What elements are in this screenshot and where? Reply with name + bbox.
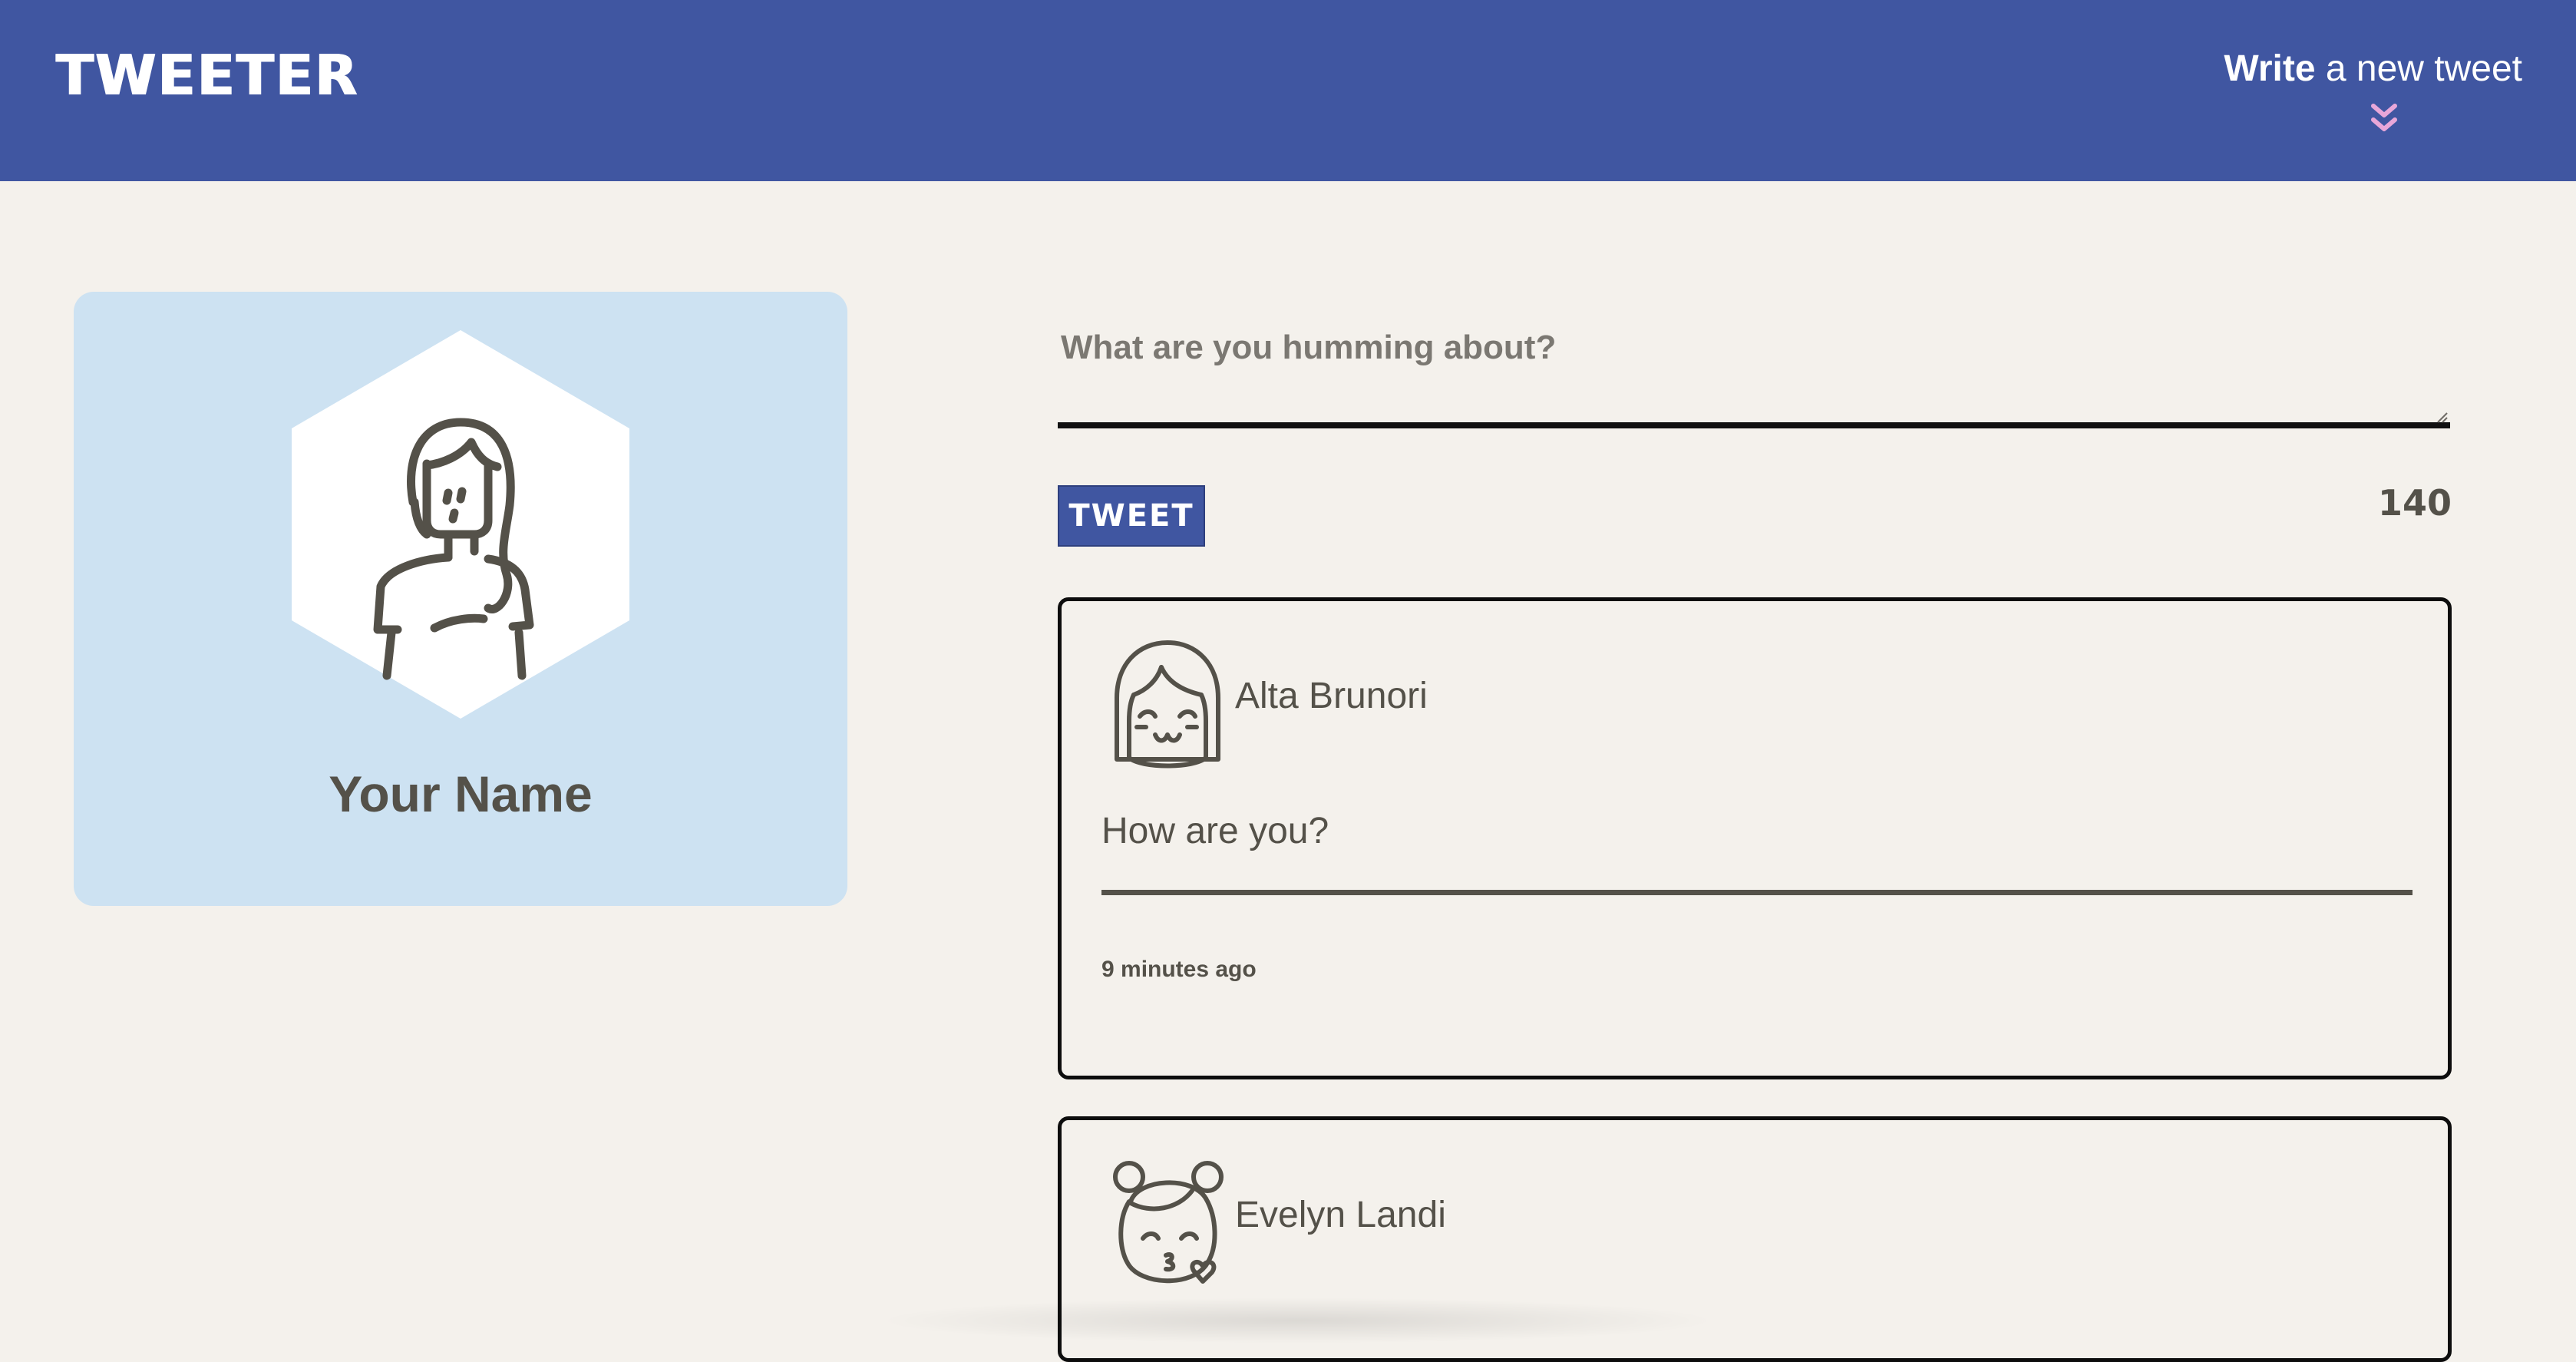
top-nav: TWEETER Write a new tweet <box>0 0 2576 181</box>
double-chevron-down-icon[interactable] <box>2370 101 2398 135</box>
tweet-submit-button[interactable]: TWEET <box>1058 485 1205 547</box>
tweet-card: Alta Brunori How are you? 9 minutes ago <box>1058 597 2452 1079</box>
tweet-textarea[interactable] <box>1058 315 2450 428</box>
tweet-timestamp: 9 minutes ago <box>1101 957 1257 982</box>
character-counter: 140 <box>2377 482 2452 524</box>
girl-bangs-smiling-avatar-icon <box>1115 640 1220 769</box>
profile-card: Your Name <box>74 292 847 906</box>
write-link-strong: Write <box>2224 48 2316 89</box>
resize-grip-icon[interactable] <box>2436 412 2449 424</box>
tweet-content: How are you? <box>1101 811 1329 851</box>
bottom-shadow <box>875 1298 1719 1344</box>
tweet-composer <box>1058 315 2452 439</box>
write-link-rest: a new tweet <box>2315 48 2522 89</box>
girl-buns-kiss-avatar-icon <box>1113 1161 1224 1284</box>
profile-name: Your Name <box>329 765 593 822</box>
tweet-divider <box>1101 890 2413 895</box>
tweet-author[interactable]: Alta Brunori <box>1235 678 1428 715</box>
brand-logo[interactable]: TWEETER <box>56 48 359 103</box>
woman-long-hair-avatar-icon <box>292 330 629 719</box>
write-new-tweet-link[interactable]: Write a new tweet <box>2224 51 2522 88</box>
tweet-author[interactable]: Evelyn Landi <box>1235 1197 1446 1234</box>
